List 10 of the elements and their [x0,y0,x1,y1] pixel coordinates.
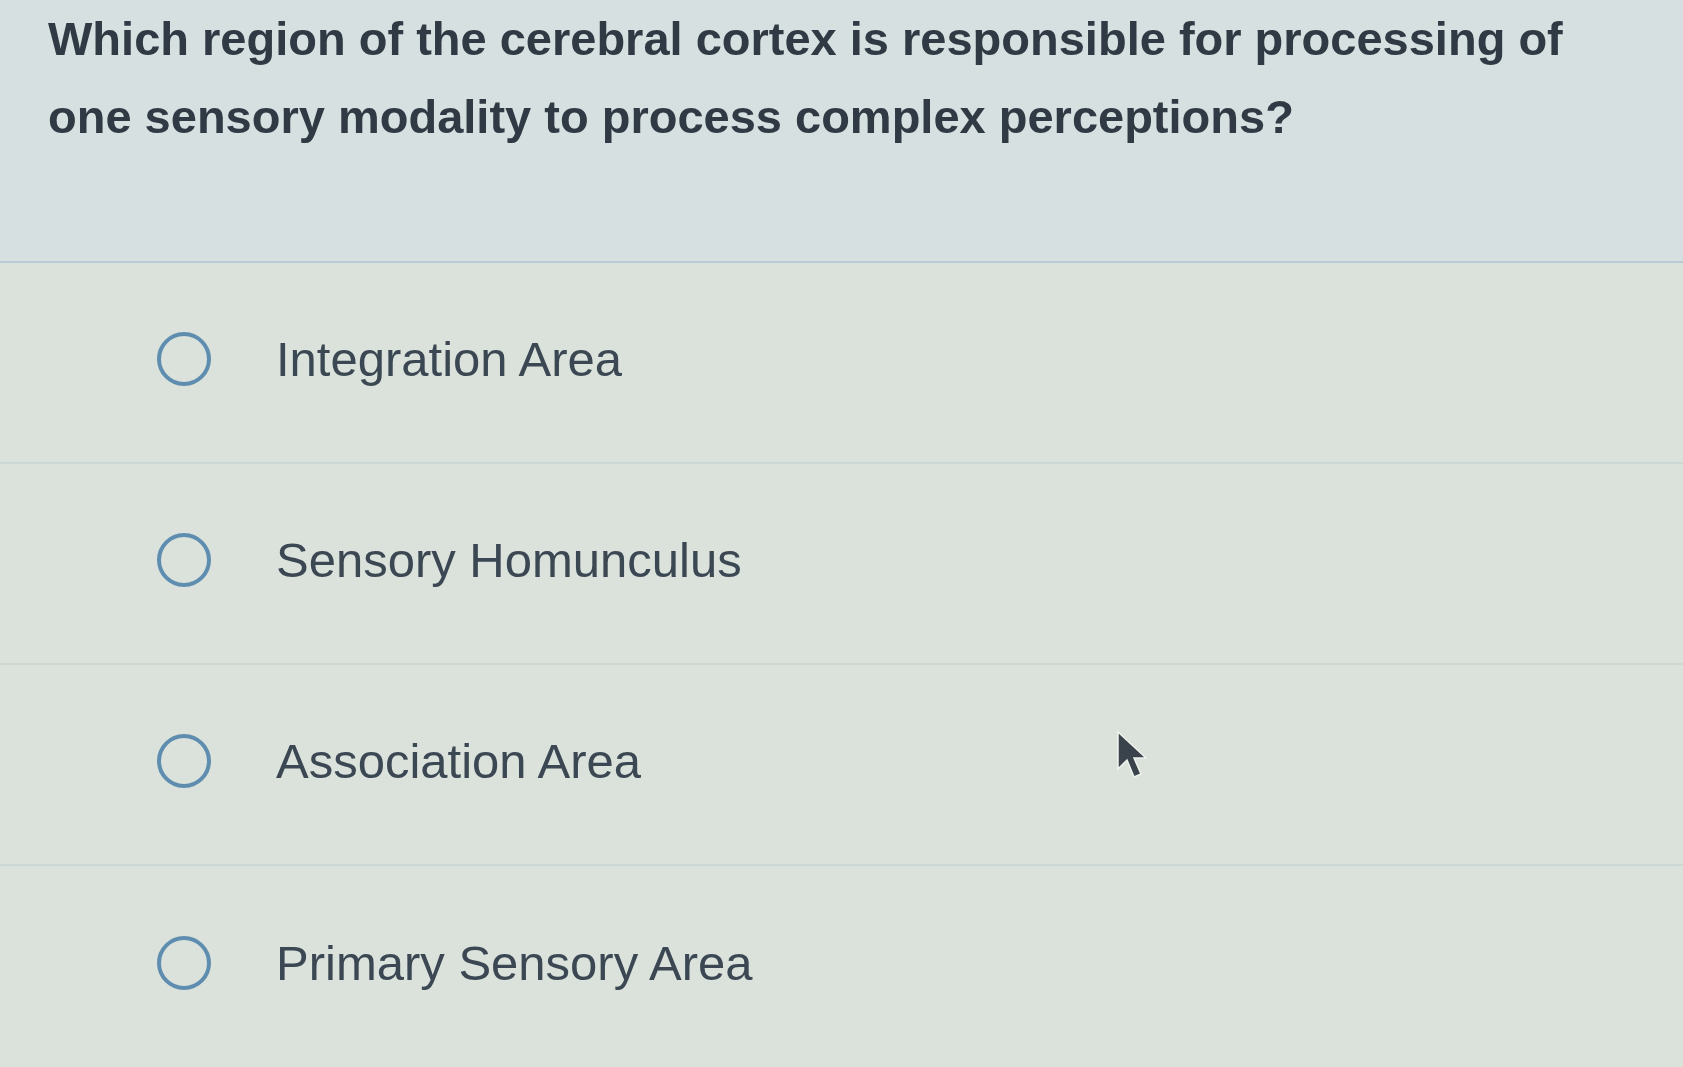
radio-button[interactable] [157,532,211,587]
radio-button[interactable] [157,935,211,990]
radio-button[interactable] [157,733,211,788]
option-label[interactable]: Association Area [276,732,641,789]
option-label[interactable]: Primary Sensory Area [276,934,753,991]
question-text: Which region of the cerebral cortex is responsible for processing of one sensory modality to process complex perceptions? [48,11,1564,145]
option-label[interactable]: Integration Area [276,330,622,387]
option-label[interactable]: Sensory Homunculus [276,531,742,588]
radio-button[interactable] [157,331,211,386]
cursor-icon [1117,731,1147,779]
